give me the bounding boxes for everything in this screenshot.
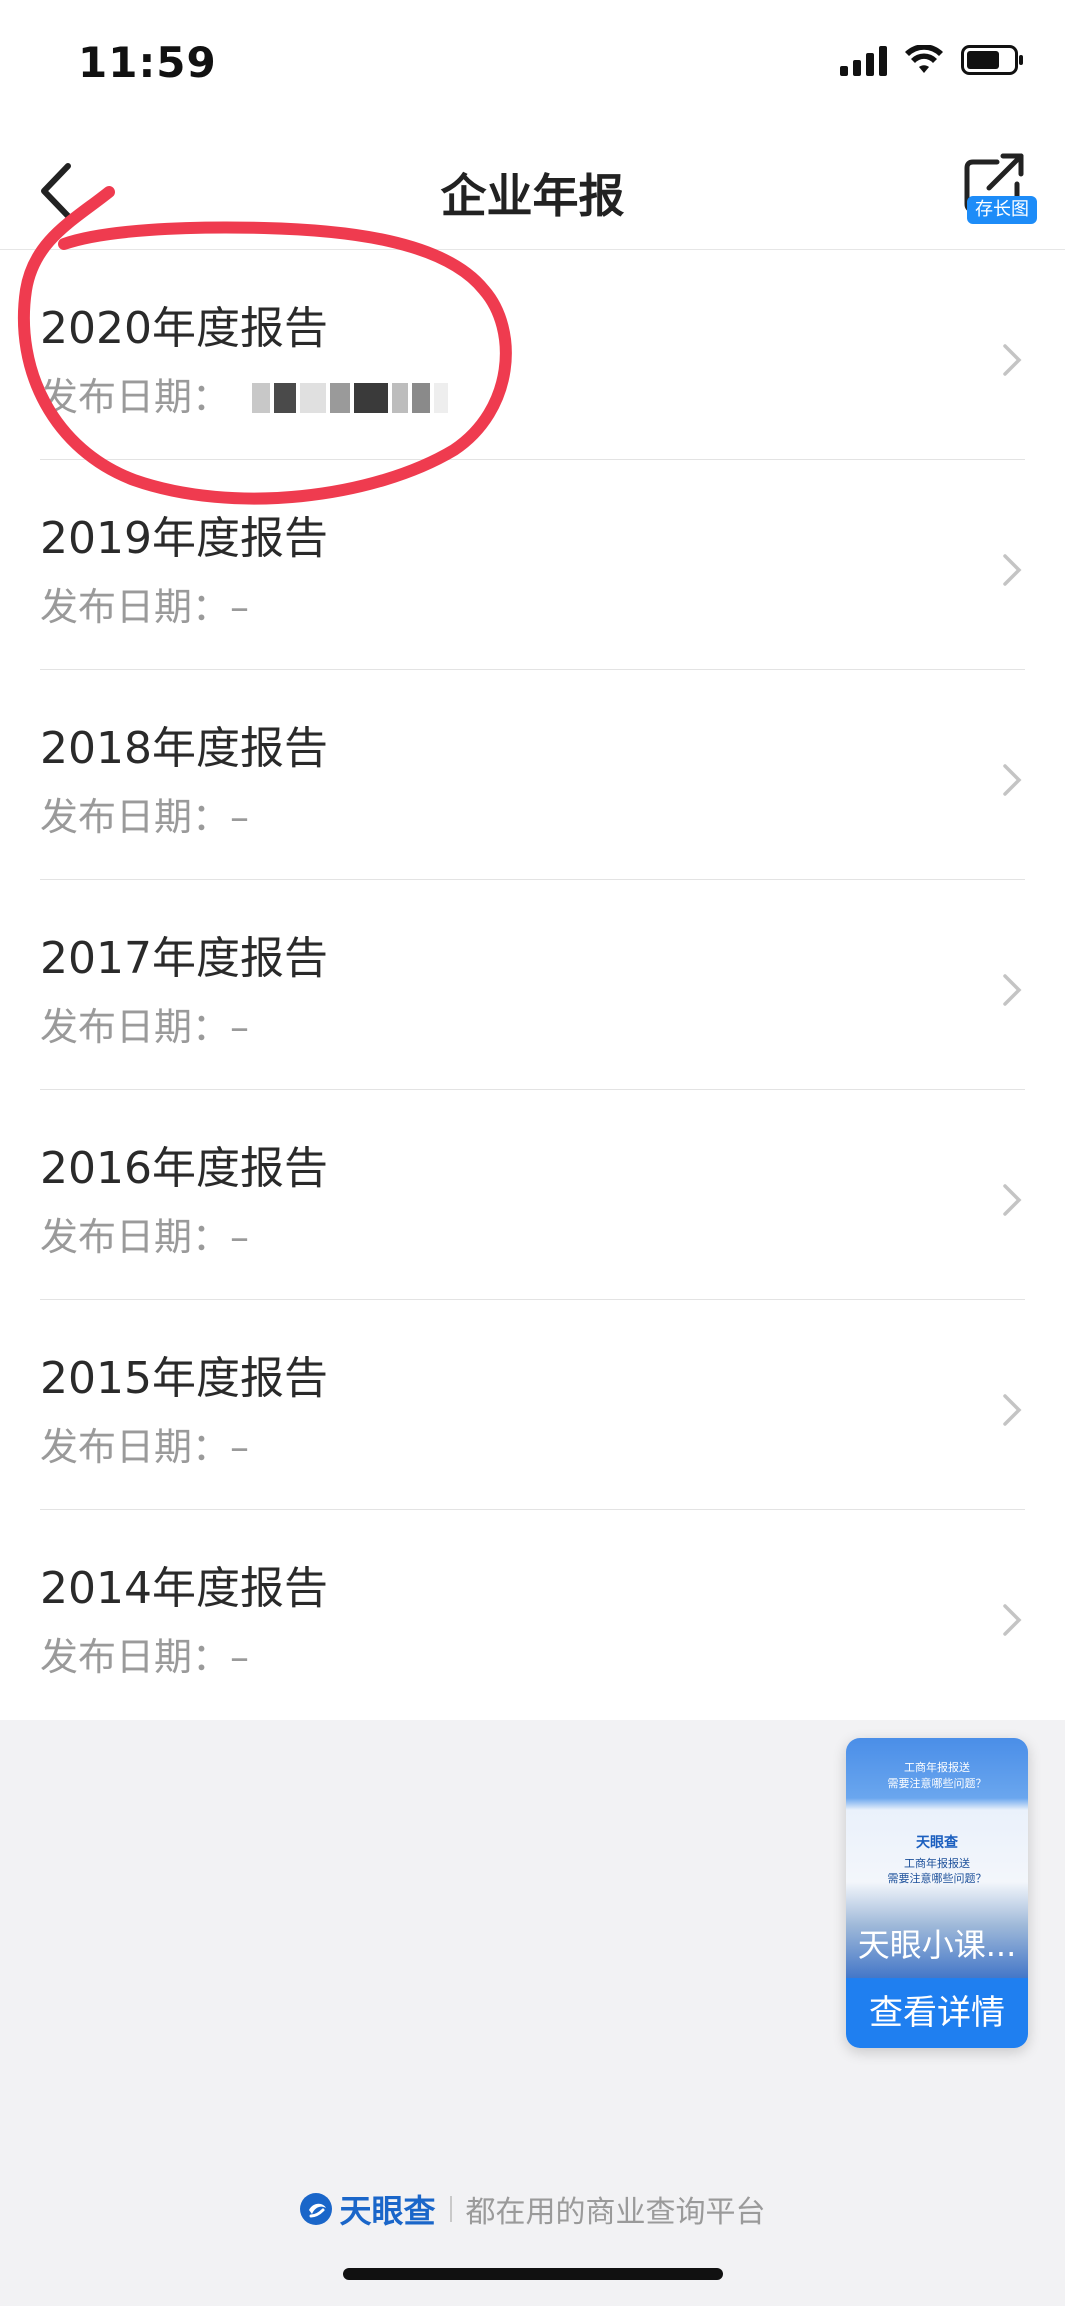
report-date-value: – <box>230 1635 250 1679</box>
brand-slogan: 都在用的商业查询平台 <box>465 2195 766 2230</box>
chevron-right-icon <box>1003 764 1022 796</box>
report-date-label: 发布日期： <box>40 1215 231 1259</box>
footer-brand: 天眼查 都在用的商业查询平台 <box>0 2186 1065 2232</box>
report-date-label: 发布日期： <box>40 795 231 839</box>
report-date: 发布日期：– <box>40 576 249 631</box>
chevron-right-icon <box>1003 344 1022 376</box>
page-title: 企业年报 <box>440 169 625 223</box>
chevron-right-icon <box>1003 1394 1022 1426</box>
chevron-right-icon <box>1003 554 1022 586</box>
report-date-label: 发布日期： <box>40 1635 231 1679</box>
brand-name: 天眼查 <box>339 2192 436 2230</box>
annual-reports-page: 11:59 企业年报 存长图 2020年度报告 发布日期： 2019年度报告 发… <box>0 0 1065 2306</box>
report-title: 2019年度报告 <box>40 513 328 564</box>
redacted-date <box>252 378 452 422</box>
promo-headline: 工商年报报送 需要注意哪些问题？ <box>887 1761 987 1790</box>
promo-thumbnail[interactable]: 工商年报报送 需要注意哪些问题？ 天眼查 工商年报报送 需要注意哪些问题？ 天眼… <box>846 1738 1028 1978</box>
report-title: 2020年度报告 <box>40 303 328 354</box>
report-title: 2017年度报告 <box>40 933 328 984</box>
brand-separator <box>449 2196 452 2222</box>
promo-name: 天眼小课... <box>857 1926 1017 1964</box>
report-title: 2016年度报告 <box>40 1143 328 1194</box>
report-date-value: – <box>230 1425 250 1469</box>
report-item-2017[interactable]: 2017年度报告 发布日期：– <box>0 880 1065 1090</box>
wifi-icon <box>905 45 943 73</box>
report-item-2019[interactable]: 2019年度报告 发布日期：– <box>0 460 1065 670</box>
view-details-button[interactable]: 查看详情 <box>846 1978 1028 2048</box>
report-date-label: 发布日期： <box>40 375 231 419</box>
promo-video-card[interactable]: 工商年报报送 需要注意哪些问题？ 天眼查 工商年报报送 需要注意哪些问题？ 天眼… <box>846 1738 1028 2048</box>
report-item-2015[interactable]: 2015年度报告 发布日期：– <box>0 1300 1065 1510</box>
share-badge[interactable]: 存长图 <box>967 196 1037 224</box>
report-item-2016[interactable]: 2016年度报告 发布日期：– <box>0 1090 1065 1300</box>
report-date-label: 发布日期： <box>40 585 231 629</box>
report-date: 发布日期：– <box>40 1416 249 1471</box>
report-date-value: – <box>230 795 250 839</box>
report-date-label: 发布日期： <box>40 1425 231 1469</box>
report-date: 发布日期：– <box>40 996 249 1051</box>
report-date-value: – <box>230 1005 250 1049</box>
report-item-2018[interactable]: 2018年度报告 发布日期：– <box>0 670 1065 880</box>
brand-logo: 天眼查 <box>299 2186 436 2232</box>
report-item-2020[interactable]: 2020年度报告 发布日期： <box>0 250 1065 460</box>
report-date: 发布日期： <box>40 366 452 422</box>
report-title: 2018年度报告 <box>40 723 328 774</box>
report-date-value: – <box>230 585 250 629</box>
promo-subheadline: 工商年报报送 需要注意哪些问题？ <box>887 1857 987 1885</box>
status-icons <box>840 44 1025 76</box>
report-date: 发布日期：– <box>40 1626 249 1681</box>
report-item-2014[interactable]: 2014年度报告 发布日期：– <box>0 1510 1065 1720</box>
battery-icon <box>961 45 1023 75</box>
chevron-right-icon <box>1003 1604 1022 1636</box>
status-bar: 11:59 <box>0 0 1065 130</box>
home-indicator[interactable] <box>343 2268 723 2280</box>
report-date-value: – <box>230 1215 250 1259</box>
report-title: 2014年度报告 <box>40 1563 328 1614</box>
chevron-right-icon <box>1003 1184 1022 1216</box>
report-date-label: 发布日期： <box>40 1005 231 1049</box>
nav-bar: 企业年报 存长图 <box>0 130 1065 250</box>
cellular-signal-icon <box>840 44 887 76</box>
report-list: 2020年度报告 发布日期： 2019年度报告 发布日期：– 2018年度报告 … <box>0 250 1065 1720</box>
report-date: 发布日期：– <box>40 786 249 841</box>
tianyancha-logo-icon <box>300 2193 333 2225</box>
status-time: 11:59 <box>78 38 217 87</box>
report-date: 发布日期：– <box>40 1206 249 1261</box>
report-title: 2015年度报告 <box>40 1353 328 1404</box>
promo-logo: 天眼查 <box>916 1835 958 1851</box>
chevron-right-icon <box>1003 974 1022 1006</box>
